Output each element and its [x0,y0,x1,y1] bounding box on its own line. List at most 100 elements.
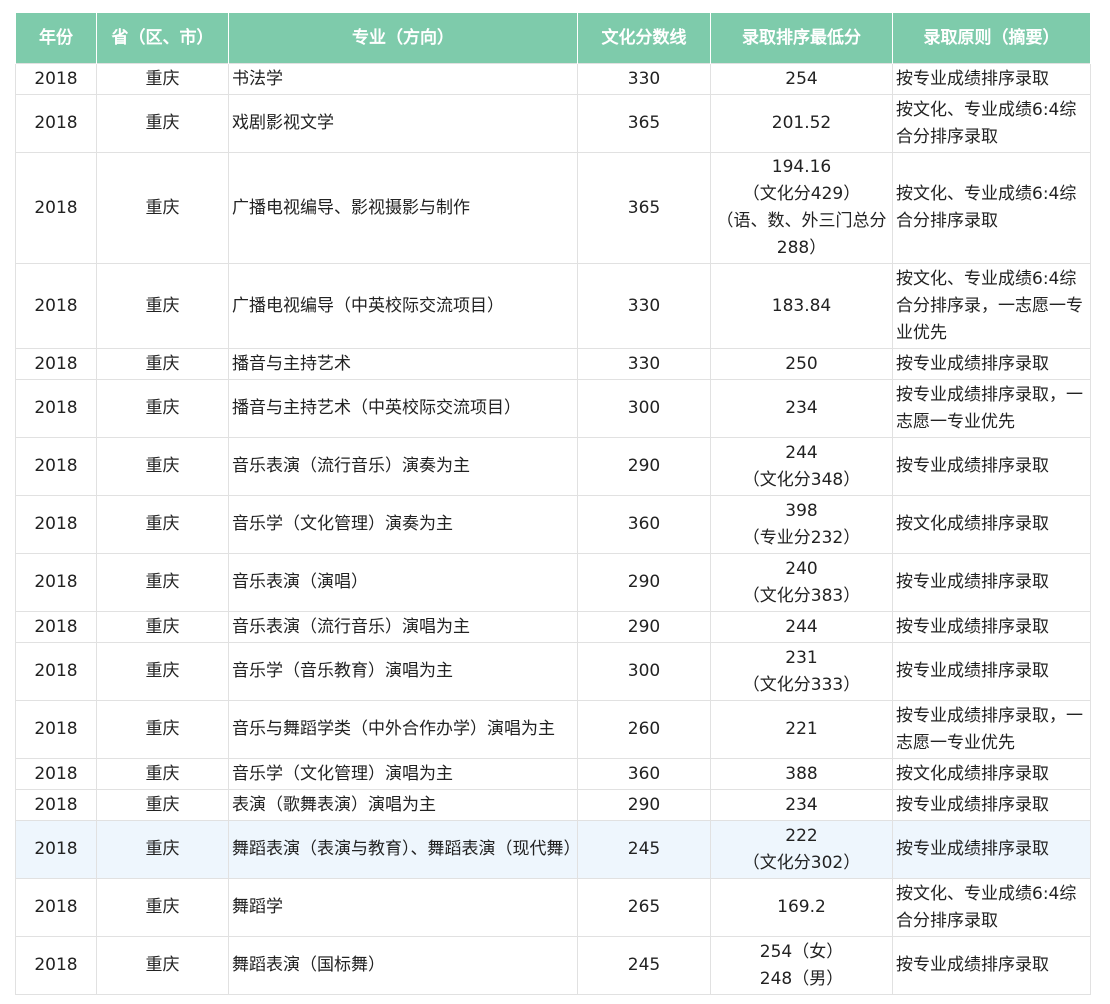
admission-score-table: 年份 省（区、市） 专业（方向） 文化分数线 录取排序最低分 录取原则（摘要） … [15,13,1091,995]
cell-year: 2018 [15,642,97,701]
min-score-line: 398 [785,500,818,521]
cell-principle: 按专业成绩排序录取 [892,348,1091,380]
min-score-line: 248（男） [759,968,844,989]
min-score-line: （语、数、外三门总分 [716,211,887,231]
cell-major: 播音与主持艺术 [228,348,578,380]
cell-principle: 按专业成绩排序录取 [892,789,1091,821]
cell-culture-score: 260 [577,700,711,759]
cell-principle: 按专业成绩排序录取 [892,820,1091,879]
cell-min-score: 398 （专业分232） [710,495,893,554]
cell-culture-score: 290 [577,611,711,643]
cell-major: 音乐学（文化管理）演奏为主 [228,495,578,554]
cell-year: 2018 [15,348,97,380]
cell-province: 重庆 [96,936,229,995]
cell-culture-score: 330 [577,348,711,380]
cell-year: 2018 [15,495,97,554]
cell-major: 舞蹈表演（国标舞） [228,936,578,995]
cell-province: 重庆 [96,789,229,821]
cell-min-score: 240 （文化分383） [710,553,893,612]
cell-principle: 按文化、专业成绩6:4综合分排序录取 [892,94,1091,153]
cell-culture-score: 360 [577,758,711,790]
cell-province: 重庆 [96,758,229,790]
table-row: 2018 重庆 音乐表演（流行音乐）演奏为主 290 244 （文化分348） 按专业成绩排… [15,437,1091,496]
admission-table-container: 年份 省（区、市） 专业（方向） 文化分数线 录取排序最低分 录取原则（摘要） … [15,13,1091,995]
cell-major: 戏剧影视文学 [228,94,578,153]
table-row: 2018 重庆 播音与主持艺术 330 250 按专业成绩排序录取 [15,348,1091,380]
cell-major: 音乐表演（演唱） [228,553,578,612]
table-row: 2018 重庆 表演（歌舞表演）演唱为主 290 234 按专业成绩排序录取 [15,789,1091,821]
cell-major: 音乐表演（流行音乐）演唱为主 [228,611,578,643]
cell-year: 2018 [15,94,97,153]
cell-principle: 按专业成绩排序录取，一志愿一专业优先 [892,379,1091,438]
cell-major: 表演（歌舞表演）演唱为主 [228,789,578,821]
min-score-line: 244 [785,442,818,463]
cell-culture-score: 245 [577,820,711,879]
table-row: 2018 重庆 音乐学（文化管理）演唱为主 360 388 按文化成绩排序录取 [15,758,1091,790]
table-row: 2018 重庆 音乐表演（流行音乐）演唱为主 290 244 按专业成绩排序录取 [15,611,1091,643]
min-score-line: 183.84 [771,295,832,316]
table-row: 2018 重庆 戏剧影视文学 365 201.52 按文化、专业成绩6:4综合分排序录取 [15,94,1091,153]
cell-culture-score: 300 [577,379,711,438]
min-score-line: （文化分302） [742,852,861,873]
cell-principle: 按文化、专业成绩6:4综合分排序录取 [892,152,1091,264]
cell-culture-score: 360 [577,495,711,554]
cell-min-score: 221 [710,700,893,759]
cell-year: 2018 [15,789,97,821]
cell-province: 重庆 [96,495,229,554]
table-row: 2018 重庆 书法学 330 254 按专业成绩排序录取 [15,63,1091,95]
table-body: 2018 重庆 书法学 330 254 按专业成绩排序录取 2018 重庆 戏剧影视文学 365 2… [15,63,1091,995]
cell-year: 2018 [15,553,97,612]
min-score-line: （专业分232） [742,527,861,548]
table-row: 2018 重庆 音乐表演（演唱） 290 240 （文化分383） 按专业成绩排序录取 [15,553,1091,612]
min-score-line: 194.16 [771,157,832,177]
cell-year: 2018 [15,152,97,264]
cell-year: 2018 [15,263,97,349]
cell-min-score: 244 [710,611,893,643]
cell-principle: 按文化成绩排序录取 [892,758,1091,790]
min-score-line: 244 [785,616,818,637]
cell-province: 重庆 [96,94,229,153]
cell-culture-score: 330 [577,63,711,95]
cell-min-score: 169.2 [710,878,893,937]
cell-principle: 按专业成绩排序录取 [892,553,1091,612]
cell-culture-score: 330 [577,263,711,349]
cell-province: 重庆 [96,878,229,937]
cell-min-score: 254（女） 248（男） [710,936,893,995]
cell-principle: 按专业成绩排序录取 [892,437,1091,496]
cell-year: 2018 [15,820,97,879]
cell-principle: 按文化、专业成绩6:4综合分排序录取 [892,878,1091,937]
cell-province: 重庆 [96,263,229,349]
min-score-line: 222 [785,825,818,846]
cell-year: 2018 [15,63,97,95]
cell-major: 广播电视编导、影视摄影与制作 [228,152,578,264]
cell-major: 书法学 [228,63,578,95]
table-row: 2018 重庆 音乐学（音乐教育）演唱为主 300 231 （文化分333） 按专业成绩排序… [15,642,1091,701]
cell-year: 2018 [15,758,97,790]
cell-culture-score: 290 [577,553,711,612]
cell-province: 重庆 [96,700,229,759]
cell-major: 音乐学（文化管理）演唱为主 [228,758,578,790]
table-row: 2018 重庆 播音与主持艺术（中英校际交流项目） 300 234 按专业成绩排序录取，一… [15,379,1091,438]
cell-min-score: 201.52 [710,94,893,153]
cell-province: 重庆 [96,152,229,264]
min-score-line: 240 [785,558,818,579]
min-score-line: （文化分429） [742,184,861,204]
cell-year: 2018 [15,878,97,937]
cell-year: 2018 [15,379,97,438]
min-score-line: 201.52 [771,113,832,133]
cell-min-score: 231 （文化分333） [710,642,893,701]
cell-principle: 按文化、专业成绩6:4综合分排序录，一志愿一专业优先 [892,263,1091,349]
cell-province: 重庆 [96,348,229,380]
table-row: 2018 重庆 舞蹈学 265 169.2 按文化、专业成绩6:4综合分排序录取 [15,878,1091,937]
min-score-line: 231 [785,647,818,668]
cell-min-score: 194.16 （文化分429） （语、数、外三门总分 288） [710,152,893,264]
cell-principle: 按专业成绩排序录取，一志愿一专业优先 [892,700,1091,759]
min-score-line: 250 [785,353,818,374]
cell-year: 2018 [15,936,97,995]
cell-min-score: 250 [710,348,893,380]
cell-province: 重庆 [96,642,229,701]
cell-major: 舞蹈学 [228,878,578,937]
min-score-line: 254（女） [759,941,844,962]
table-row: 2018 重庆 广播电视编导（中英校际交流项目） 330 183.84 按文化、专业成绩6… [15,263,1091,349]
cell-province: 重庆 [96,437,229,496]
